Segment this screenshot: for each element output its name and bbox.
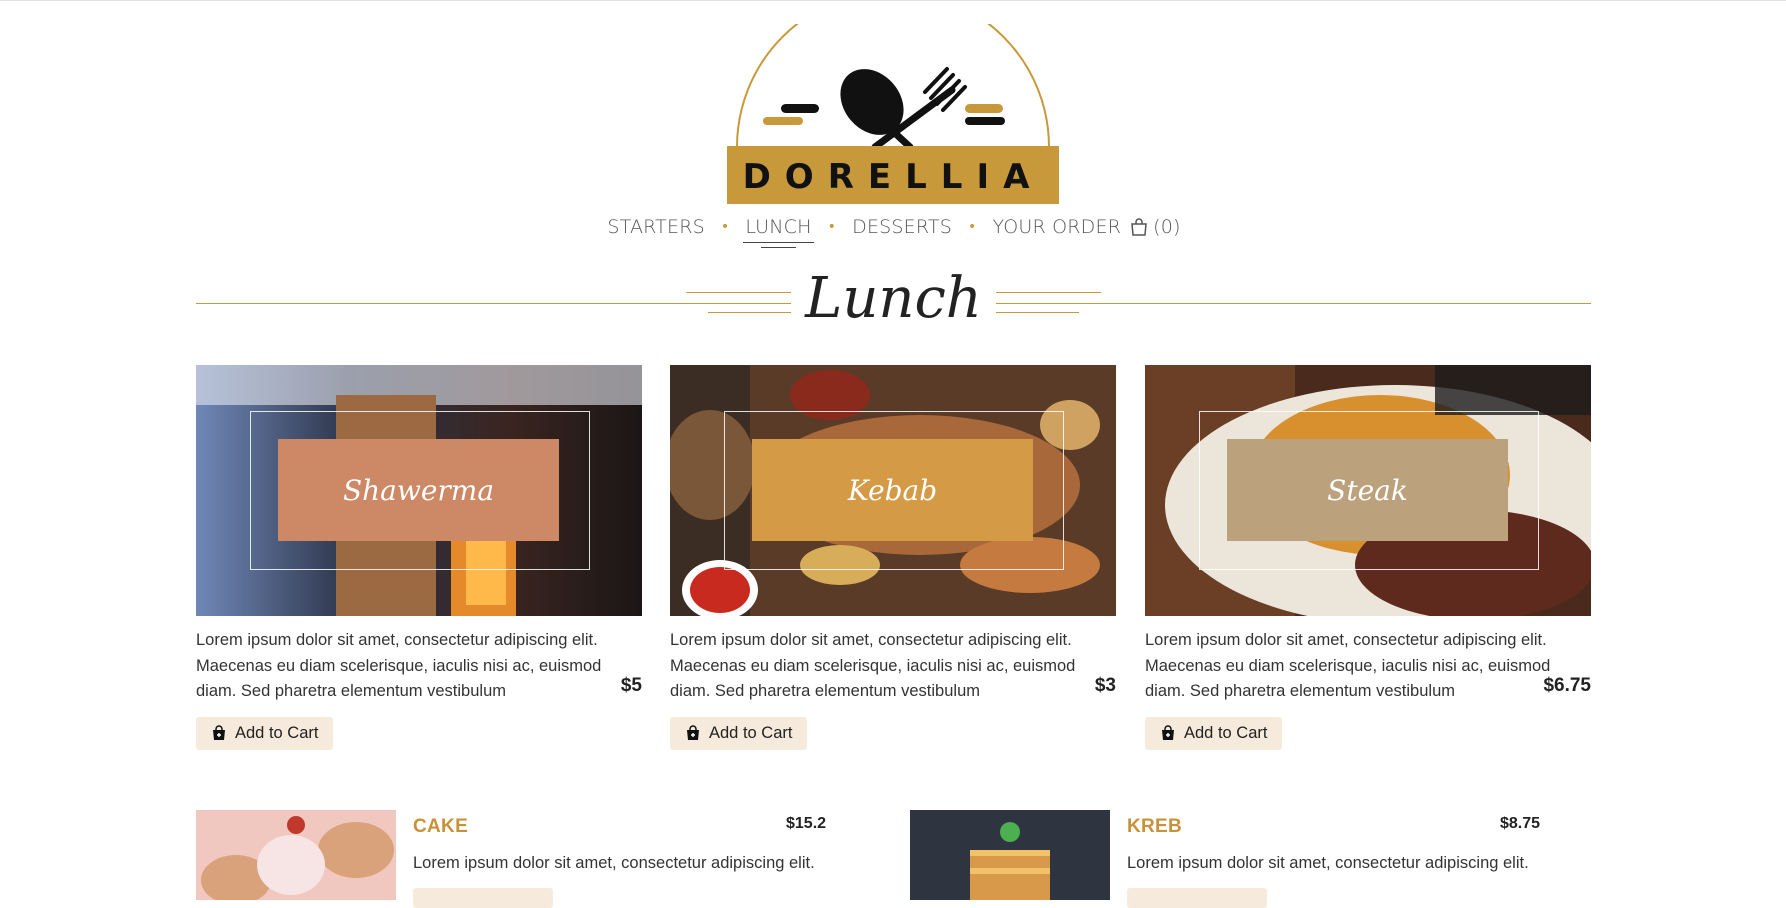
add-to-cart-label: Add to Cart bbox=[235, 723, 319, 742]
add-to-cart-button[interactable] bbox=[413, 888, 553, 908]
section-title: Lunch bbox=[791, 266, 996, 331]
add-to-cart-label: Add to Cart bbox=[1184, 723, 1268, 742]
nav-separator: • bbox=[967, 219, 977, 235]
nav-item-your-order[interactable]: YOUR ORDER bbox=[990, 216, 1123, 238]
item-description: Lorem ipsum dolor sit amet, consectetur … bbox=[413, 854, 815, 872]
card-description: Lorem ipsum dolor sit amet, consectetur … bbox=[670, 631, 1076, 700]
menu-list-item: CAKE $15.2 Lorem ipsum dolor sit amet, c… bbox=[196, 810, 836, 908]
shawerma-photo[interactable]: Shawerma bbox=[196, 365, 642, 616]
nav-separator: • bbox=[720, 219, 730, 235]
card-title: Steak bbox=[1227, 439, 1508, 541]
cart-count[interactable]: (0) bbox=[1153, 216, 1181, 238]
nav-item-desserts[interactable]: DESSERTS bbox=[850, 216, 954, 238]
cake-photo[interactable] bbox=[196, 810, 396, 900]
menu-card: Kebab Lorem ipsum dolor sit amet, consec… bbox=[670, 365, 1116, 750]
nav-item-lunch[interactable]: LUNCH bbox=[743, 216, 814, 248]
item-title: CAKE bbox=[413, 816, 469, 837]
item-price: $15.2 bbox=[786, 815, 827, 832]
menu-list-item: KREB $8.75 Lorem ipsum dolor sit amet, c… bbox=[910, 810, 1550, 908]
item-title: KREB bbox=[1127, 816, 1183, 837]
item-price: $8.75 bbox=[1500, 815, 1541, 832]
kebab-photo[interactable]: Kebab bbox=[670, 365, 1116, 616]
main-nav: STARTERS • LUNCH • DESSERTS • YOUR ORDER… bbox=[0, 212, 1786, 248]
menu-card: Shawerma Lorem ipsum dolor sit amet, con… bbox=[196, 365, 642, 750]
cart-bag-icon bbox=[1162, 725, 1174, 740]
card-price: $6.75 bbox=[1543, 675, 1591, 696]
menu-card: Steak Lorem ipsum dolor sit amet, consec… bbox=[1145, 365, 1591, 750]
add-to-cart-label: Add to Cart bbox=[709, 723, 793, 742]
card-price: $3 bbox=[1094, 675, 1116, 696]
item-description: Lorem ipsum dolor sit amet, consectetur … bbox=[1127, 854, 1529, 872]
card-description: Lorem ipsum dolor sit amet, consectetur … bbox=[196, 631, 602, 700]
nav-separator: • bbox=[827, 219, 837, 235]
nav-item-starters[interactable]: STARTERS bbox=[605, 216, 706, 238]
add-to-cart-button[interactable]: Add to Cart bbox=[670, 716, 808, 750]
dorellia-logo[interactable]: DORELLIA bbox=[727, 0, 1059, 204]
add-to-cart-button[interactable]: Add to Cart bbox=[1145, 716, 1283, 750]
add-to-cart-button[interactable]: Add to Cart bbox=[196, 716, 334, 750]
card-title: Shawerma bbox=[278, 439, 559, 541]
card-title: Kebab bbox=[752, 439, 1033, 541]
add-to-cart-button[interactable] bbox=[1127, 888, 1267, 908]
logo-wordmark: DORELLIA bbox=[743, 157, 1044, 197]
steak-photo[interactable]: Steak bbox=[1145, 365, 1591, 616]
cart-bag-icon bbox=[687, 725, 699, 740]
shopping-bag-icon[interactable] bbox=[1129, 217, 1149, 237]
section-heading: Lunch bbox=[196, 262, 1591, 342]
card-price: $5 bbox=[620, 675, 642, 696]
kreb-photo[interactable] bbox=[910, 810, 1110, 900]
cart-bag-icon bbox=[213, 725, 225, 740]
card-description: Lorem ipsum dolor sit amet, consectetur … bbox=[1145, 631, 1551, 700]
top-border bbox=[0, 0, 1786, 1]
